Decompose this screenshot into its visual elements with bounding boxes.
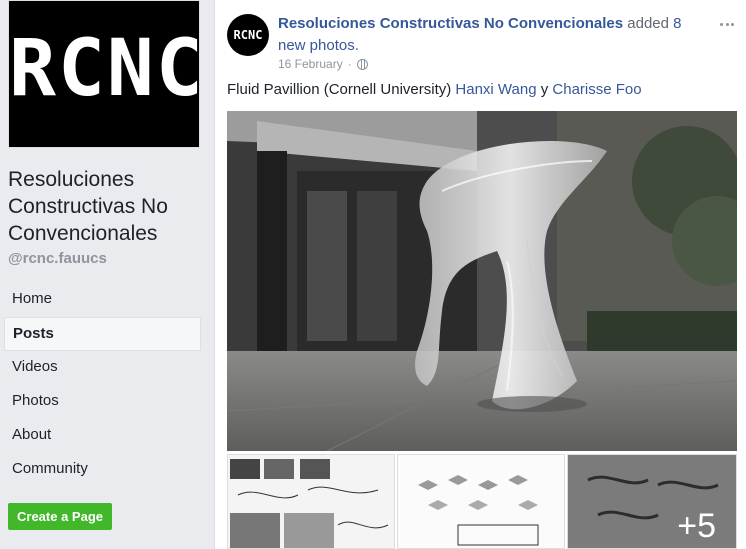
tag-hanxi-wang[interactable]: Hanxi Wang <box>455 81 536 98</box>
rcnc-logo: RCNC <box>9 24 205 114</box>
nav-item-about[interactable]: About <box>4 419 201 453</box>
create-page-button[interactable]: Create a Page <box>8 503 112 530</box>
nav-item-posts[interactable]: Posts <box>4 317 201 351</box>
post-text-conjunction: y <box>540 81 549 98</box>
post-author-link[interactable]: Resoluciones Constructivas No Convencion… <box>278 15 623 32</box>
more-photos-count[interactable]: +5 <box>677 507 716 546</box>
post-header: Resoluciones Constructivas No Convencion… <box>278 13 708 57</box>
page-nav: Home Posts Videos Photos About Community <box>4 283 201 487</box>
nav-item-home[interactable]: Home <box>4 283 201 317</box>
post-card: RCNC Resoluciones Constructivas No Conve… <box>214 0 746 549</box>
thumbnail-1[interactable] <box>227 454 395 549</box>
nav-item-videos[interactable]: Videos <box>4 351 201 385</box>
post-meta: 16 February · <box>278 57 368 71</box>
more-photos-overlay[interactable]: +5 <box>568 455 736 548</box>
post-action-count[interactable]: 8 <box>673 15 681 32</box>
page-handle[interactable]: @rcnc.fauucs <box>8 250 107 267</box>
page-sidebar: RCNC Resoluciones Constructivas No Conve… <box>0 0 214 549</box>
globe-icon[interactable] <box>356 58 368 70</box>
tag-charisse-foo[interactable]: Charisse Foo <box>552 81 641 98</box>
post-date[interactable]: 16 February <box>278 57 343 71</box>
main-photo[interactable] <box>227 111 737 451</box>
post-text: Fluid Pavillion (Cornell University) Han… <box>227 80 642 100</box>
page-title[interactable]: Resoluciones Constructivas No Convencion… <box>8 166 208 247</box>
thumbnail-1-image <box>228 455 394 548</box>
photo-thumbnails: +5 <box>227 454 737 549</box>
post-action-suffix[interactable]: new photos. <box>278 37 359 54</box>
post-text-body: Fluid Pavillion (Cornell University) <box>227 81 452 98</box>
author-avatar[interactable]: RCNC <box>227 14 269 56</box>
thumbnail-2-image <box>398 455 564 548</box>
pavilion-photo-image <box>227 111 737 451</box>
thumbnail-2[interactable] <box>397 454 565 549</box>
post-options-icon[interactable] <box>720 20 734 28</box>
thumbnail-3[interactable]: +5 <box>567 454 737 549</box>
post-action-prefix: added <box>627 15 669 32</box>
nav-item-photos[interactable]: Photos <box>4 385 201 419</box>
nav-item-community[interactable]: Community <box>4 453 201 487</box>
page-profile-picture[interactable]: RCNC <box>8 0 205 148</box>
